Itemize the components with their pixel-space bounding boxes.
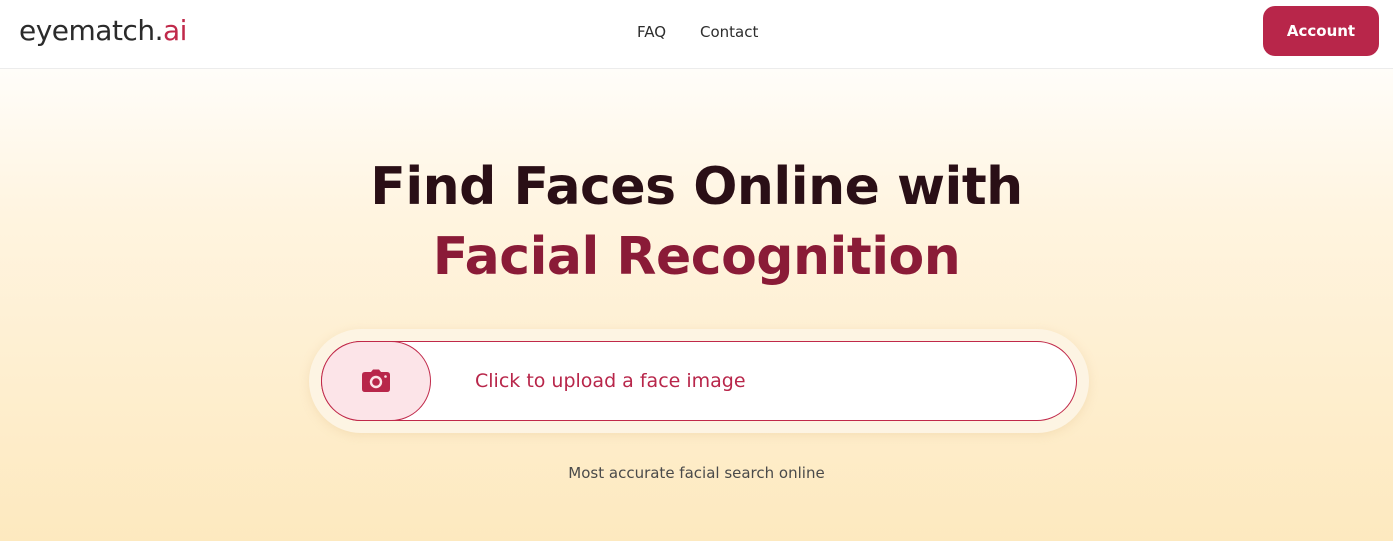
top-navbar: eyematch.ai FAQ Contact Account xyxy=(0,0,1393,69)
nav-link-faq[interactable]: FAQ xyxy=(637,22,666,42)
logo-text: eyematch xyxy=(19,14,155,47)
logo-accent: ai xyxy=(162,14,187,47)
tagline: Most accurate facial search online xyxy=(568,464,825,482)
upload-camera-button[interactable] xyxy=(321,341,431,421)
hero-title: Find Faces Online with Facial Recognitio… xyxy=(0,152,1393,292)
logo-dot: . xyxy=(154,14,164,47)
logo[interactable]: eyematch.ai xyxy=(19,13,187,49)
hero-title-line1: Find Faces Online with xyxy=(370,157,1023,217)
hero-title-line2: Facial Recognition xyxy=(432,227,961,287)
upload-label[interactable]: Click to upload a face image xyxy=(475,369,746,393)
account-button[interactable]: Account xyxy=(1263,6,1379,56)
nav-link-contact[interactable]: Contact xyxy=(700,22,758,42)
camera-icon xyxy=(362,369,390,392)
